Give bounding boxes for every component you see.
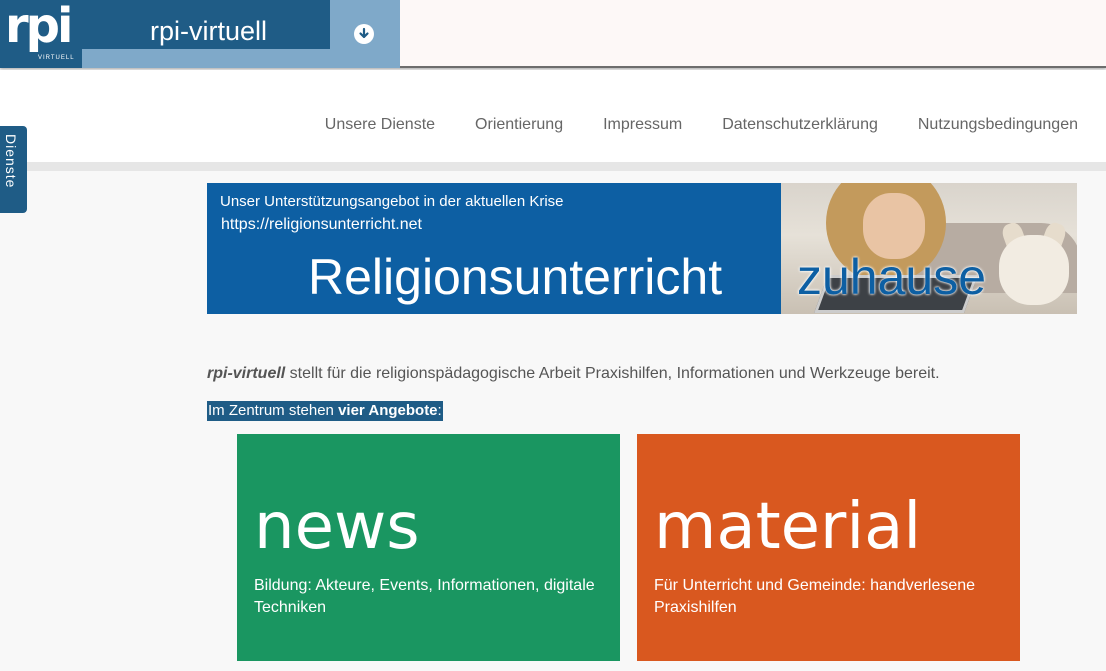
- tile-description: Bildung: Akteure, Events, Informationen,…: [254, 577, 595, 616]
- intro-text: rpi-virtuell stellt für die religionspäd…: [207, 365, 940, 383]
- arrow-down-circle-icon[interactable]: [354, 24, 374, 44]
- tile-title: news: [254, 490, 420, 564]
- highlight-bold: vier Angebote: [338, 402, 438, 419]
- logo-subtext: VIRTUELL: [38, 55, 75, 61]
- side-tab-dienste[interactable]: Dienste: [0, 126, 27, 213]
- intro-brand: rpi-virtuell: [207, 365, 286, 382]
- nav-item-datenschutzerklaerung[interactable]: Datenschutzerklärung: [722, 116, 878, 134]
- main-navigation: Unsere Dienste Orientierung Impressum Da…: [325, 116, 1078, 134]
- navigation-divider: [0, 162, 1106, 171]
- nav-item-nutzungsbedingungen[interactable]: Nutzungsbedingungen: [918, 116, 1078, 134]
- tile-description: Für Unterricht und Gemeinde: handverlese…: [654, 577, 976, 616]
- intro-body: stellt für die religionspädagogische Arb…: [285, 365, 940, 382]
- logo-text: rpi: [5, 0, 74, 54]
- site-title[interactable]: rpi-virtuell: [150, 16, 267, 46]
- site-title-area: rpi-virtuell: [82, 0, 400, 68]
- highlight-suffix: :: [437, 402, 442, 419]
- site-logo[interactable]: rpi VIRTUELL: [0, 0, 82, 68]
- highlight-prefix: Im Zentrum stehen: [208, 402, 339, 419]
- highlighted-text: Im Zentrum stehen vier Angebote:: [207, 401, 443, 421]
- side-tab-label: Dienste: [3, 134, 19, 189]
- banner-subtitle: Unser Unterstützungsangebot in der aktue…: [220, 193, 564, 210]
- crisis-banner[interactable]: Unser Unterstützungsangebot in der aktue…: [207, 183, 1077, 314]
- nav-item-unsere-dienste[interactable]: Unsere Dienste: [325, 116, 435, 134]
- tile-news[interactable]: news Bildung: Akteure, Events, Informati…: [237, 434, 620, 661]
- tile-title: material: [654, 490, 922, 564]
- nav-item-orientierung[interactable]: Orientierung: [475, 116, 563, 134]
- nav-item-impressum[interactable]: Impressum: [603, 116, 682, 134]
- banner-title: Religionsunterricht: [308, 249, 723, 305]
- banner-accent: zuhause: [797, 249, 987, 305]
- tile-material[interactable]: material Für Unterricht und Gemeinde: ha…: [637, 434, 1020, 661]
- top-header: rpi VIRTUELL rpi-virtuell: [0, 0, 1106, 68]
- banner-url: https://religionsunterricht.net: [221, 216, 422, 233]
